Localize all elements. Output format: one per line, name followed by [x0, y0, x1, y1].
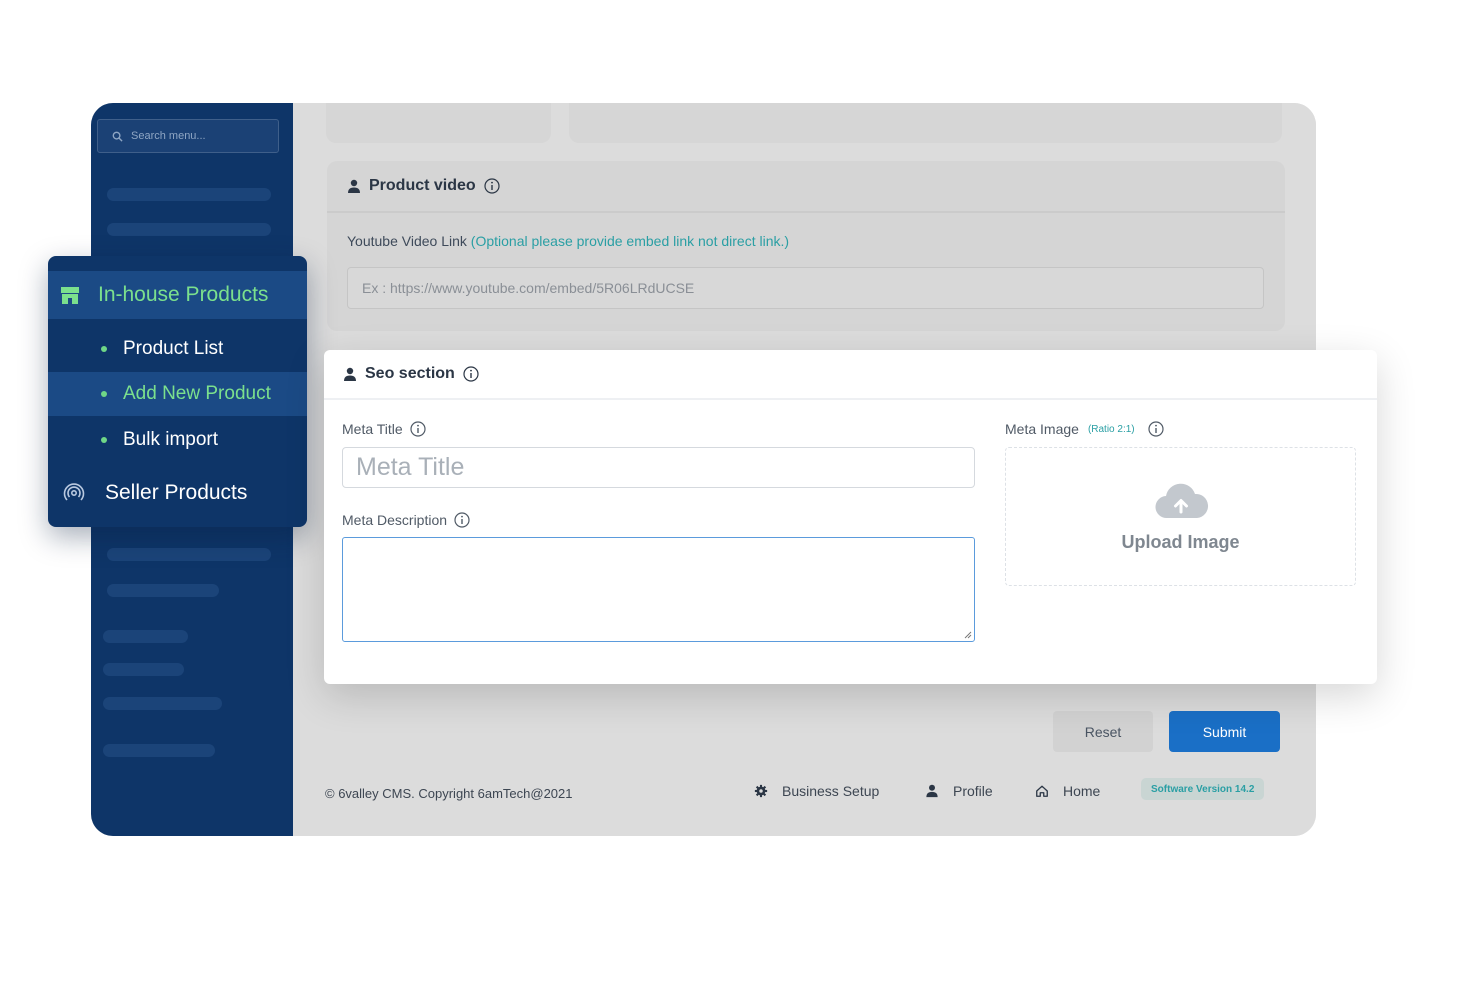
meta-title-label: Meta Title	[342, 421, 426, 437]
bullet-dot	[101, 391, 107, 397]
youtube-link-placeholder: Ex : https://www.youtube.com/embed/5R06L…	[362, 280, 695, 296]
sidebar-skeleton-item	[107, 223, 271, 236]
top-card-left	[326, 103, 551, 143]
sidebar-skeleton-item	[103, 697, 222, 710]
meta-title-label-text: Meta Title	[342, 421, 403, 437]
menu-item-label: Add New Product	[123, 383, 271, 404]
user-icon	[344, 367, 356, 381]
product-video-header: Product video	[327, 161, 1285, 213]
sidebar-skeleton-item	[103, 744, 215, 757]
top-card-right	[569, 103, 1282, 143]
footer-profile-label: Profile	[953, 783, 993, 799]
meta-description-textarea[interactable]	[342, 537, 975, 642]
seo-section-card: Seo section Meta Title Meta Title Meta D…	[324, 350, 1377, 684]
reset-button[interactable]: Reset	[1053, 711, 1153, 752]
youtube-link-label-text: Youtube Video Link	[347, 233, 467, 249]
cloud-upload-icon	[1155, 483, 1209, 519]
store-icon	[61, 286, 79, 304]
meta-image-ratio: (Ratio 2:1)	[1087, 423, 1135, 435]
footer-business-setup-link[interactable]: Business Setup	[754, 783, 879, 799]
footer-home-label: Home	[1063, 783, 1101, 799]
bullet-dot	[101, 346, 107, 352]
footer-profile-link[interactable]: Profile	[925, 783, 993, 799]
meta-image-label: Meta Image (Ratio 2:1)	[1005, 421, 1164, 437]
menu-section-inhouse-products[interactable]: In-house Products	[48, 271, 307, 319]
footer: © 6valley CMS. Copyright 6amTech@2021 Bu…	[325, 778, 1286, 807]
meta-description-label-text: Meta Description	[342, 512, 448, 528]
footer-home-link[interactable]: Home	[1035, 783, 1100, 799]
home-icon	[1036, 785, 1048, 797]
gear-icon	[754, 784, 768, 798]
sidebar-skeleton-item	[107, 584, 219, 597]
product-video-card: Product video Youtube Video Link (Option…	[327, 161, 1285, 331]
youtube-link-input[interactable]: Ex : https://www.youtube.com/embed/5R06L…	[347, 267, 1264, 309]
info-icon[interactable]	[1148, 421, 1164, 437]
footer-copyright: © 6valley CMS. Copyright 6amTech@2021	[325, 786, 573, 801]
inhouse-products-menu: In-house Products Product List Add New P…	[48, 256, 307, 527]
youtube-link-label: Youtube Video Link (Optional please prov…	[347, 233, 789, 249]
meta-title-placeholder: Meta Title	[356, 453, 465, 481]
menu-item-label: Bulk import	[123, 429, 219, 450]
menu-seller-label: Seller Products	[105, 481, 248, 504]
menu-item-label: Product List	[123, 338, 224, 359]
menu-section-seller-products[interactable]: Seller Products	[48, 471, 307, 515]
user-icon	[348, 179, 360, 193]
meta-image-label-text: Meta Image	[1005, 421, 1079, 437]
meta-title-input[interactable]: Meta Title	[342, 447, 975, 488]
software-version-badge: Software Version 14.2	[1141, 778, 1265, 800]
menu-item-bulk-import[interactable]: Bulk import	[48, 418, 307, 462]
sidebar-search-placeholder: Search menu...	[131, 130, 206, 142]
sidebar-skeleton-item	[107, 548, 271, 561]
upload-image-dropzone[interactable]: Upload Image	[1005, 447, 1356, 586]
info-icon[interactable]	[463, 366, 479, 382]
info-icon[interactable]	[484, 178, 500, 194]
seo-section-header: Seo section	[324, 350, 1377, 400]
menu-section-label: In-house Products	[98, 283, 269, 306]
sidebar-search[interactable]: Search menu...	[97, 119, 279, 153]
resize-grip-icon[interactable]	[964, 631, 972, 639]
user-icon	[926, 784, 938, 798]
meta-description-label: Meta Description	[342, 512, 470, 528]
seo-section-title: Seo section	[365, 365, 455, 382]
sidebar-skeleton-item	[107, 188, 271, 201]
menu-item-product-list[interactable]: Product List	[48, 327, 307, 371]
submit-button[interactable]: Submit	[1169, 711, 1280, 752]
search-icon	[112, 131, 123, 142]
broadcast-icon	[63, 483, 85, 501]
footer-business-setup-label: Business Setup	[782, 783, 880, 799]
info-icon[interactable]	[410, 421, 426, 437]
sidebar-skeleton-item	[103, 663, 184, 676]
info-icon[interactable]	[454, 512, 470, 528]
bullet-dot	[101, 437, 107, 443]
product-video-title: Product video	[369, 177, 476, 194]
youtube-link-hint: (Optional please provide embed link not …	[470, 233, 790, 249]
sidebar-skeleton-item	[103, 630, 188, 643]
menu-item-add-new-product[interactable]: Add New Product	[48, 372, 307, 416]
upload-image-text: Upload Image	[1121, 532, 1240, 552]
